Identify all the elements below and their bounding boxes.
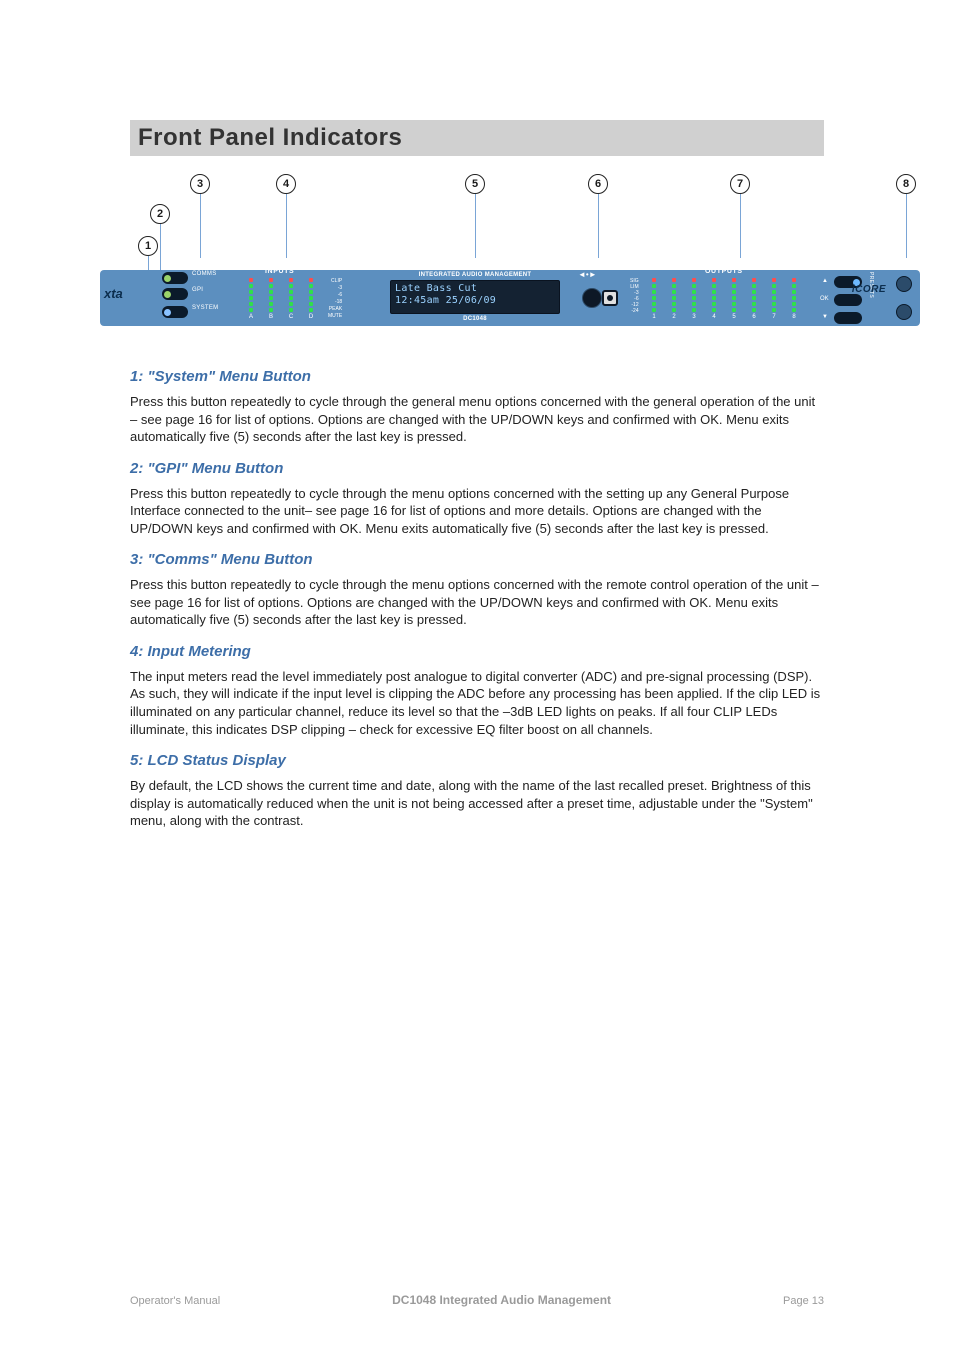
icore-logo: iCORE — [852, 284, 886, 295]
callout-7: 7 — [730, 174, 750, 258]
body-2: Press this button repeatedly to cycle th… — [130, 485, 824, 538]
body-5: By default, the LCD shows the current ti… — [130, 777, 824, 830]
footer-mid: DC1048 Integrated Audio Management — [392, 1293, 611, 1307]
input-scale: CLIP-3-6-18PEAKMUTE — [328, 278, 342, 320]
model-label: DC1048 — [390, 316, 560, 322]
body-1: Press this button repeatedly to cycle th… — [130, 393, 824, 446]
heading-1: 1: "System" Menu Button — [130, 368, 824, 385]
callout-4: 4 — [276, 174, 296, 258]
heading-4: 4: Input Metering — [130, 643, 824, 660]
lcd-line2: 12:45am 25/06/09 — [395, 295, 555, 307]
brand-logo: xta — [104, 286, 154, 310]
heading-2: 2: "GPI" Menu Button — [130, 460, 824, 477]
comms-button[interactable]: COMMS — [162, 272, 188, 284]
page-footer: Operator's Manual DC1048 Integrated Audi… — [130, 1293, 824, 1307]
front-panel-diagram: 1 2 3 4 5 6 7 8 — [100, 174, 920, 334]
system-button[interactable]: SYSTEM — [162, 306, 188, 318]
input-meters: A B C D — [245, 278, 325, 316]
body-3: Press this button repeatedly to cycle th… — [130, 576, 824, 629]
lcd-line1: Late Bass Cut — [395, 283, 555, 295]
callout-5: 5 — [465, 174, 485, 258]
volume-knob[interactable] — [582, 288, 602, 308]
preset-knob-2[interactable] — [896, 304, 912, 320]
footer-left: Operator's Manual — [130, 1295, 220, 1307]
section-title: Front Panel Indicators — [130, 120, 824, 156]
footer-right: Page 13 — [783, 1295, 824, 1307]
callout-6: 6 — [588, 174, 608, 258]
callout-3: 3 — [190, 174, 210, 258]
down-button[interactable] — [834, 312, 862, 324]
inputs-label: INPUTS — [265, 268, 294, 275]
body-4: The input meters read the level immediat… — [130, 668, 824, 738]
heading-5: 5: LCD Status Display — [130, 752, 824, 769]
callout-8: 8 — [896, 174, 916, 258]
gpi-button[interactable]: GPI — [162, 288, 188, 300]
ok-button[interactable] — [834, 294, 862, 306]
lcd-display: INTEGRATED AUDIO MANAGEMENT Late Bass Cu… — [390, 272, 560, 322]
outputs-label: OUTPUTS — [705, 268, 743, 275]
headphone-jack[interactable] — [602, 290, 618, 306]
headphone-controls — [580, 276, 618, 314]
output-scale: SIGLIM-3-6-12-24 — [630, 278, 639, 314]
heading-3: 3: "Comms" Menu Button — [130, 551, 824, 568]
device-panel: xta COMMS GPI SYSTEM INPUTS A B C D CLIP… — [100, 270, 920, 326]
output-meters: 1 2 3 4 5 6 7 8 — [648, 278, 818, 316]
preset-knob-1[interactable] — [896, 276, 912, 292]
